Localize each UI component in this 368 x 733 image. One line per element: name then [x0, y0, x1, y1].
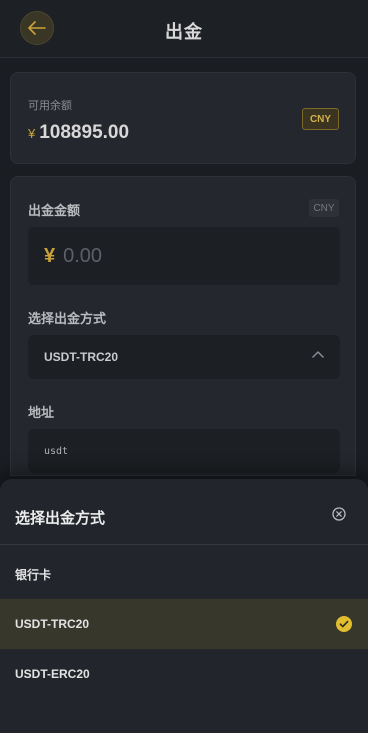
option-usdt-trc20[interactable]: USDT-TRC20 [0, 599, 368, 649]
option-label: USDT-ERC20 [15, 667, 90, 681]
option-usdt-erc20[interactable]: USDT-ERC20 [0, 649, 368, 699]
amount-currency-badge: CNY [309, 199, 339, 217]
method-select[interactable]: USDT-TRC20 [28, 335, 340, 379]
method-select-value: USDT-TRC20 [44, 350, 119, 364]
amount-input[interactable]: ¥ 0.00 [28, 227, 340, 285]
top-bar: 出金 [0, 0, 368, 58]
method-picker-sheet: 选择出金方式 银行卡 USDT-TRC20 USDT-ERC20 [0, 479, 368, 733]
amount-currency-symbol: ¥ [44, 244, 56, 267]
sheet-title: 选择出金方式 [15, 510, 106, 527]
address-input[interactable]: usdt [28, 429, 340, 473]
option-label: 银行卡 [15, 567, 52, 582]
balance-label: 可用余额 [28, 100, 72, 112]
page-title: 出金 [165, 22, 203, 42]
balance-row: ¥ 108895.00 [28, 122, 129, 144]
address-label: 地址 [28, 405, 55, 420]
currency-badge: CNY [302, 108, 339, 130]
option-bank-card[interactable]: 银行卡 [0, 549, 368, 599]
sheet-header: 选择出金方式 [0, 479, 368, 545]
balance-card: 可用余额 ¥ 108895.00 CNY [10, 72, 356, 164]
option-label: USDT-TRC20 [15, 617, 90, 631]
check-circle-icon [336, 616, 352, 632]
balance-value: 108895.00 [39, 122, 130, 143]
address-value: usdt [44, 445, 69, 457]
amount-placeholder: 0.00 [63, 244, 103, 267]
currency-symbol: ¥ [28, 126, 36, 141]
method-label: 选择出金方式 [28, 311, 107, 326]
close-circle-icon[interactable] [332, 507, 346, 521]
amount-label: 出金金额 [28, 203, 81, 218]
withdraw-form: 出金金额 CNY ¥ 0.00 选择出金方式 USDT-TRC20 地址 usd… [10, 176, 356, 476]
chevron-up-icon [312, 351, 324, 358]
